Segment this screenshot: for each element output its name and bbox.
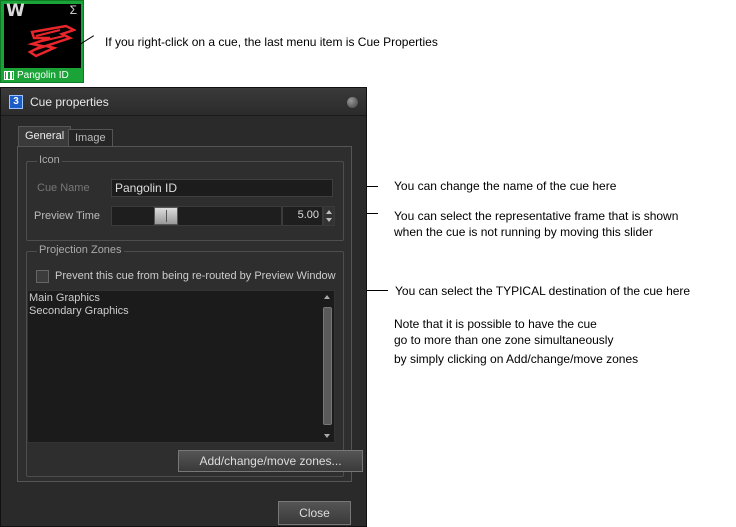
preview-time-label: Preview Time	[34, 210, 101, 222]
spin-up-icon[interactable]	[326, 210, 332, 214]
dialog-title: Cue properties	[30, 95, 109, 109]
icon-group: Icon Cue Name Preview Time 5.00	[26, 154, 344, 241]
note-multi-line3: by simply clicking on Add/change/move zo…	[394, 352, 639, 366]
note-right-click: If you right-click on a cue, the last me…	[105, 35, 438, 49]
scroll-down-icon[interactable]	[324, 434, 330, 438]
prevent-reroute-checkbox[interactable]	[36, 270, 49, 283]
icon-group-title: Icon	[37, 154, 62, 166]
dialog-titlebar[interactable]: 3 Cue properties	[1, 88, 366, 116]
projection-zones-group: Projection Zones Prevent this cue from b…	[26, 244, 363, 477]
preview-time-value[interactable]: 5.00	[282, 206, 323, 226]
add-change-move-zones-button[interactable]: Add/change/move zones...	[178, 450, 363, 472]
zone-list-scroll-thumb[interactable]	[323, 307, 332, 425]
window-orb-icon[interactable]	[347, 97, 358, 108]
cue-thumbnail-preview: W Σ	[4, 1, 81, 68]
laser-art-icon	[27, 24, 76, 58]
app-logo-icon: 3	[9, 95, 23, 109]
film-icon	[4, 71, 14, 80]
note-multi-line1: Note that it is possible to have the cue	[394, 317, 597, 331]
general-tab-panel: Icon Cue Name Preview Time 5.00 Projecti…	[17, 146, 363, 482]
list-item[interactable]: Main Graphics	[29, 292, 100, 304]
tab-image[interactable]: Image	[68, 129, 113, 147]
cue-name-input[interactable]	[111, 179, 333, 197]
cue-name-label: Cue Name	[37, 182, 90, 194]
spin-down-icon[interactable]	[326, 218, 332, 222]
preview-time-slider[interactable]	[111, 206, 282, 226]
close-button[interactable]: Close	[278, 501, 351, 525]
cue-properties-dialog: 3 Cue properties General Image Icon Cue …	[0, 87, 367, 527]
preview-time-slider-thumb[interactable]	[154, 207, 178, 225]
note-destination: You can select the TYPICAL destination o…	[395, 284, 691, 298]
cue-thumbnail[interactable]: W Σ Pangolin ID	[0, 0, 84, 83]
sigma-icon: Σ	[69, 3, 77, 17]
zone-list-scrollbar[interactable]	[321, 291, 334, 442]
projection-zones-title: Projection Zones	[37, 244, 124, 256]
cue-caption-text: Pangolin ID	[17, 70, 69, 81]
note-frame-line1: You can select the representative frame …	[394, 209, 679, 223]
note-multi-line2: go to more than one zone simultaneously	[394, 333, 614, 347]
zone-list[interactable]: Main Graphics Secondary Graphics	[27, 290, 335, 443]
prevent-reroute-label: Prevent this cue from being re-routed by…	[55, 270, 336, 282]
note-frame-line2: when the cue is not running by moving th…	[394, 225, 653, 239]
cue-letter: W	[6, 1, 25, 21]
scroll-up-icon[interactable]	[324, 295, 330, 299]
tab-general[interactable]: General	[18, 126, 72, 147]
note-name: You can change the name of the cue here	[394, 179, 617, 193]
preview-time-spinner[interactable]	[323, 206, 335, 226]
list-item[interactable]: Secondary Graphics	[29, 305, 129, 317]
cue-caption: Pangolin ID	[1, 69, 83, 82]
